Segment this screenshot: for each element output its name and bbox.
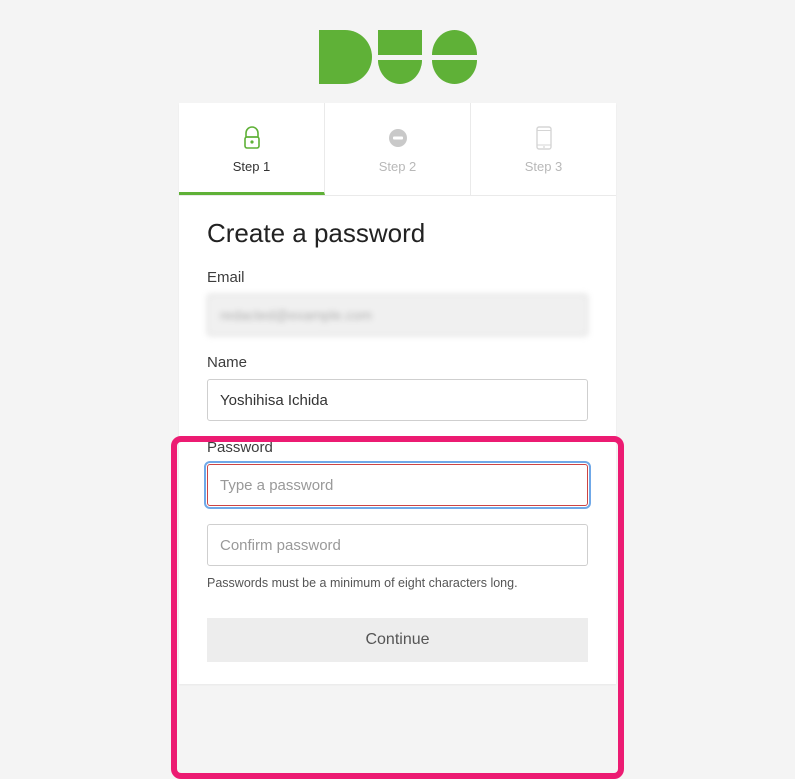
name-label: Name bbox=[207, 354, 588, 371]
step-tabs: Step 1 Step 2 Step 3 bbox=[179, 103, 616, 196]
email-label: Email bbox=[207, 269, 588, 286]
tab-label: Step 3 bbox=[471, 159, 616, 174]
tab-step-3[interactable]: Step 3 bbox=[471, 103, 616, 195]
name-field[interactable] bbox=[207, 379, 588, 421]
password-label: Password bbox=[207, 439, 588, 456]
tab-label: Step 1 bbox=[179, 159, 324, 174]
padlock-icon bbox=[179, 125, 324, 151]
signup-form: Create a password Email Name Password Pa… bbox=[179, 196, 616, 684]
signup-card: Step 1 Step 2 Step 3 C bbox=[179, 103, 616, 684]
tab-step-1[interactable]: Step 1 bbox=[179, 103, 325, 195]
page-title: Create a password bbox=[207, 218, 588, 249]
phone-icon bbox=[471, 125, 616, 151]
password-field[interactable] bbox=[207, 464, 588, 506]
duo-logo-icon bbox=[319, 30, 477, 85]
tab-step-2[interactable]: Step 2 bbox=[325, 103, 471, 195]
confirm-password-field[interactable] bbox=[207, 524, 588, 566]
tab-label: Step 2 bbox=[325, 159, 470, 174]
continue-button[interactable]: Continue bbox=[207, 618, 588, 662]
password-hint: Passwords must be a minimum of eight cha… bbox=[207, 576, 588, 590]
badge-icon bbox=[325, 125, 470, 151]
email-field bbox=[207, 294, 588, 336]
